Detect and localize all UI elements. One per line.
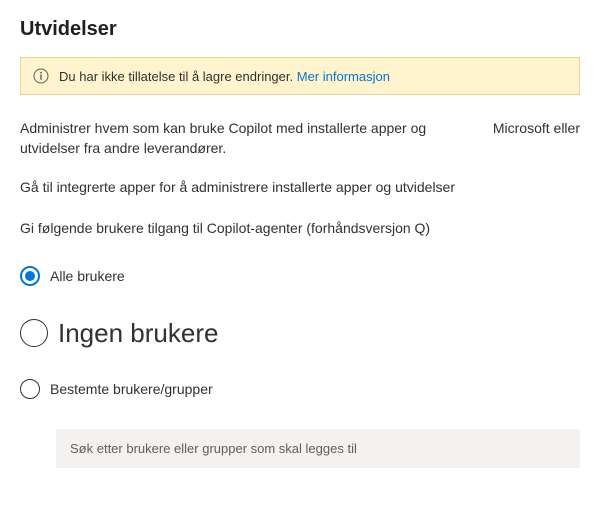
radio-option-no-users[interactable]: Ingen brukere xyxy=(20,318,580,349)
search-users-input[interactable] xyxy=(56,429,580,468)
radio-option-specific-users[interactable]: Bestemte brukere/grupper xyxy=(20,379,580,399)
warning-banner: Du har ikke tillatelse til å lagre endri… xyxy=(20,57,580,95)
main-description: Administrer hvem som kan bruke Copilot m… xyxy=(20,119,477,158)
page-title: Utvidelser xyxy=(20,18,580,41)
sub-description: Gå til integrerte apper for å administre… xyxy=(20,178,580,198)
radio-label: Ingen brukere xyxy=(58,318,218,349)
description-suffix: Microsoft eller xyxy=(493,119,580,136)
section-label: Gi følgende brukere tilgang til Copilot-… xyxy=(20,220,580,236)
radio-input-specific-users[interactable] xyxy=(20,379,40,399)
more-info-link[interactable]: Mer informasjon xyxy=(297,69,390,84)
radio-input-all-users[interactable] xyxy=(20,266,40,286)
radio-input-no-users[interactable] xyxy=(20,319,48,347)
warning-text: Du har ikke tillatelse til å lagre endri… xyxy=(59,69,390,84)
radio-option-all-users[interactable]: Alle brukere xyxy=(20,266,580,286)
warning-message: Du har ikke tillatelse til å lagre endri… xyxy=(59,69,297,84)
info-icon xyxy=(33,68,49,84)
radio-label: Bestemte brukere/grupper xyxy=(50,381,213,397)
radio-group: Alle brukere Ingen brukere Bestemte bruk… xyxy=(20,266,580,468)
description-row: Administrer hvem som kan bruke Copilot m… xyxy=(20,119,580,158)
radio-label: Alle brukere xyxy=(50,268,125,284)
